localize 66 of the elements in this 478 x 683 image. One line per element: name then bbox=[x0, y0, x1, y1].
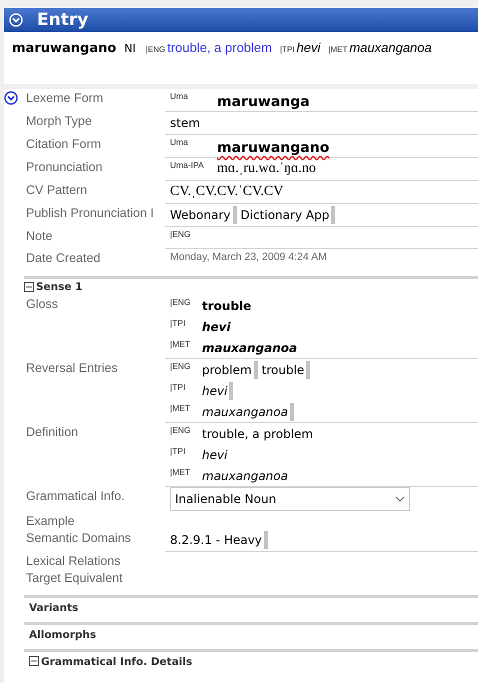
writing-system-label: |TPI bbox=[170, 381, 186, 392]
section-title: Variants bbox=[29, 602, 78, 614]
field-value[interactable]: stem bbox=[170, 115, 200, 131]
field-value[interactable]: mauxanganoa bbox=[202, 340, 298, 356]
writing-system-label: |ENG bbox=[170, 228, 192, 239]
field-label: Note bbox=[25, 228, 54, 245]
field-label: Example bbox=[25, 513, 76, 529]
part-of-speech: NI bbox=[124, 42, 136, 55]
section-title: Grammatical Info. Details bbox=[41, 656, 192, 668]
field-label: Grammatical Info. bbox=[25, 488, 126, 505]
collapse-icon[interactable] bbox=[29, 656, 39, 666]
field-label: Date Created bbox=[25, 250, 102, 267]
field-value[interactable]: hevi bbox=[202, 447, 228, 463]
writing-system-label: |MET bbox=[328, 45, 348, 54]
field-label: Semantic Domains bbox=[25, 530, 132, 547]
writing-system-label: |MET bbox=[170, 466, 192, 477]
writing-system-label: |TPI bbox=[170, 317, 186, 328]
writing-system-label: |MET bbox=[170, 402, 192, 413]
field-label: Reversal Entries bbox=[25, 360, 119, 377]
writing-system-label: |TPI bbox=[280, 45, 295, 54]
field-label: Publish Pronunciation I bbox=[25, 205, 155, 222]
writing-system-label: Uma-IPA bbox=[170, 159, 205, 170]
field-label: Pronunciation bbox=[25, 159, 104, 176]
writing-system-label: |ENG bbox=[170, 424, 192, 435]
field-label: Target Equivalent bbox=[25, 570, 124, 586]
reference-chip[interactable]: problem bbox=[202, 361, 258, 379]
field-label: Citation Form bbox=[25, 136, 102, 153]
field-value[interactable]: trouble, a problem bbox=[202, 426, 314, 442]
collapse-icon[interactable] bbox=[24, 282, 34, 292]
field-label: Morph Type bbox=[25, 113, 93, 130]
writing-system-label: Uma bbox=[170, 136, 189, 147]
section-title: Allomorphs bbox=[29, 629, 96, 641]
reference-chip[interactable]: Webonary bbox=[170, 206, 236, 224]
writing-system-label: |TPI bbox=[170, 445, 186, 456]
collapse-icon[interactable] bbox=[4, 91, 18, 105]
field-label: Lexical Relations bbox=[25, 553, 122, 569]
gloss-text: mauxanganoa bbox=[349, 40, 432, 55]
sense-title: Sense 1 bbox=[36, 281, 82, 293]
field-label: Gloss bbox=[25, 296, 59, 313]
grammatical-info-dropdown[interactable]: Inalienable Noun bbox=[170, 487, 410, 511]
date-value: Monday, March 23, 2009 4:24 AM bbox=[170, 251, 327, 263]
field-value[interactable]: mɑ.ˌru.wɑ.ˈŋɑ.no bbox=[217, 161, 316, 177]
chevron-down-icon bbox=[395, 496, 405, 502]
gloss-link[interactable]: trouble, a problem bbox=[167, 40, 272, 55]
reference-chip[interactable]: trouble bbox=[262, 361, 310, 379]
writing-system-label: |MET bbox=[170, 338, 192, 349]
gloss-text: hevi bbox=[296, 40, 320, 55]
field-value[interactable]: maruwanga bbox=[217, 93, 310, 111]
field-value[interactable]: maruwangano bbox=[217, 139, 330, 157]
writing-system-label: Uma bbox=[170, 90, 189, 101]
reference-chip[interactable]: Dictionary App bbox=[240, 206, 336, 224]
writing-system-label: |ENG bbox=[170, 296, 192, 307]
reference-chip[interactable]: 8.2.9.1 - Heavy bbox=[170, 531, 268, 549]
field-label: Lexeme Form bbox=[25, 90, 104, 107]
field-value[interactable]: hevi bbox=[202, 319, 231, 335]
headword: maruwangano bbox=[12, 41, 116, 56]
field-label: Definition bbox=[25, 424, 80, 441]
reference-chip[interactable]: mauxanganoa bbox=[202, 403, 294, 421]
reference-chip[interactable]: hevi bbox=[202, 382, 234, 400]
entry-title: Entry bbox=[37, 10, 88, 30]
field-value[interactable]: trouble bbox=[202, 298, 252, 314]
writing-system-label: |ENG bbox=[170, 360, 192, 371]
writing-system-label: |ENG bbox=[146, 45, 166, 54]
field-value[interactable]: mauxanganoa bbox=[202, 468, 288, 484]
field-value[interactable]: CV.ˌCV.CV.ˈCV.CV bbox=[170, 184, 284, 200]
field-label: CV Pattern bbox=[25, 182, 88, 199]
